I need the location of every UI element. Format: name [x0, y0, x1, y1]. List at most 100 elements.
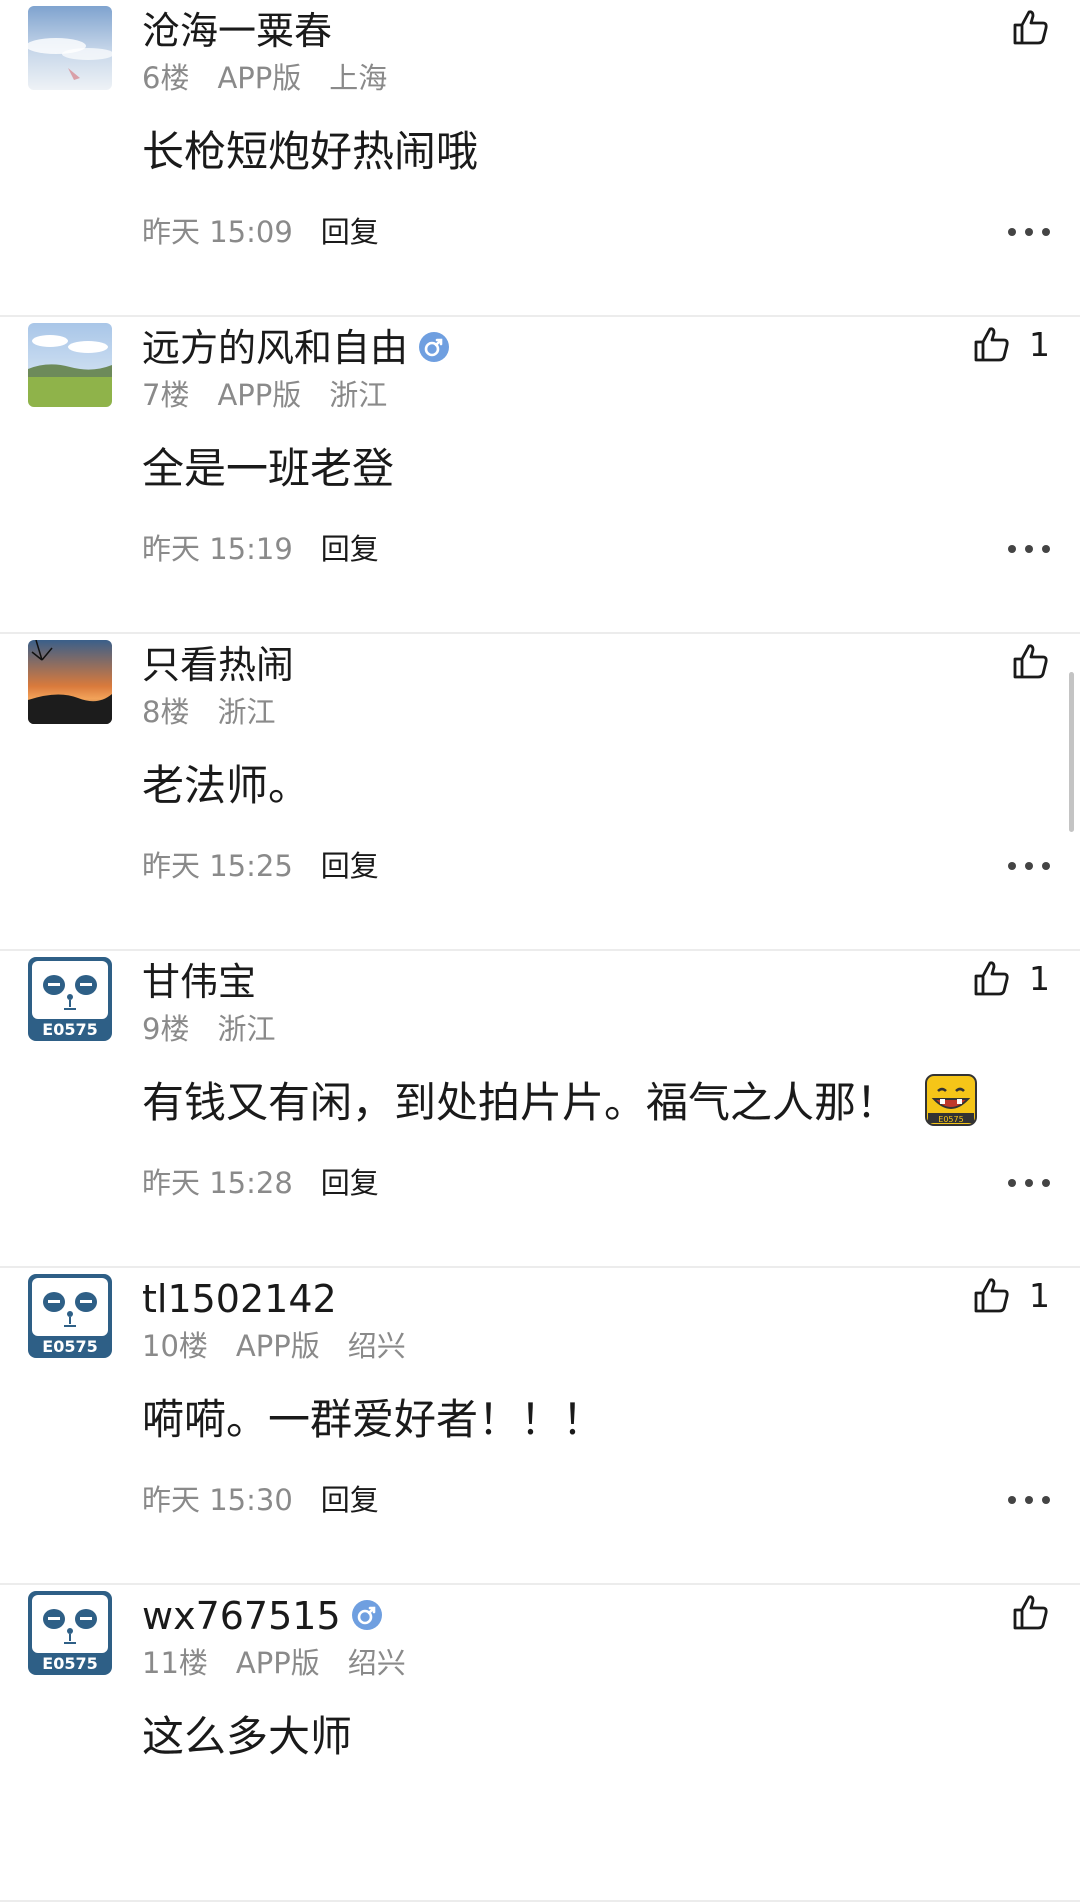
comment-footer: 昨天 15:25 回复: [142, 846, 379, 886]
svg-text:E0575: E0575: [938, 1115, 963, 1124]
comment-text: 有钱又有闲，到处拍片片。福气之人那！ E0575: [142, 1073, 978, 1133]
client-label: APP版: [235, 1329, 320, 1363]
more-options-icon[interactable]: [1008, 212, 1050, 252]
user-avatar[interactable]: [28, 6, 112, 90]
comment-text: 嗬嗬。一群爱好者！！！: [142, 1390, 604, 1450]
username-row: 远方的风和自由: [142, 323, 450, 373]
comment-body: 长枪短炮好热闹哦: [142, 127, 479, 176]
comment-footer: 昨天 15:19 回复: [142, 529, 379, 569]
comment-text: 老法师。: [142, 756, 310, 816]
username-row: 甘伟宝: [142, 957, 256, 1007]
comment-item: E0575 tl1502142 10楼 APP版 绍兴 1 嗬嗬。一群爱好者！！！ 昨天 15…: [0, 1268, 1080, 1585]
more-options-icon[interactable]: [1008, 529, 1050, 569]
panda-logo-text: E0575: [42, 1020, 97, 1039]
username-row: 沧海一粟春: [142, 6, 332, 56]
floor-number: 10楼: [142, 1329, 208, 1363]
floor-number: 8楼: [142, 695, 190, 729]
comment-meta: 11楼 APP版 绍兴: [142, 1643, 434, 1683]
more-options-icon[interactable]: [1008, 846, 1050, 886]
comment-text: 全是一班老登: [142, 439, 394, 499]
panda-logo-text: E0575: [42, 1654, 97, 1673]
username[interactable]: wx767515: [142, 1594, 341, 1638]
like-button[interactable]: 1: [971, 321, 1050, 367]
comment-time: 昨天 15:25: [142, 849, 293, 883]
floor-number: 6楼: [142, 61, 190, 95]
client-label: APP版: [235, 1646, 320, 1680]
comment-item: E0575 甘伟宝 9楼 浙江 1 有钱又有闲，到处拍片片。福气之人那！ E0575 昨天 1…: [0, 951, 1080, 1268]
user-avatar[interactable]: [28, 640, 112, 724]
comment-text: 这么多大师: [142, 1707, 352, 1767]
thumbs-up-icon: [1010, 1592, 1050, 1632]
region-label: 浙江: [217, 695, 276, 729]
comment-item: 远方的风和自由 7楼 APP版 浙江 1 全是一班老登昨天 15:19 回复: [0, 317, 1080, 634]
male-gender-icon: [351, 1599, 383, 1631]
comment-text: 长枪短炮好热闹哦: [142, 122, 478, 182]
comment-meta: 10楼 APP版 绍兴: [142, 1326, 434, 1366]
username[interactable]: tl1502142: [142, 1277, 337, 1321]
reply-button[interactable]: 回复: [321, 849, 379, 883]
user-avatar[interactable]: E0575: [28, 1274, 112, 1358]
comment-item: E0575 wx767515 11楼 APP版 绍兴这么多大师: [0, 1585, 1080, 1902]
like-button[interactable]: [1010, 4, 1050, 50]
comment-time: 昨天 15:19: [142, 532, 293, 566]
comment-footer: 昨天 15:28 回复: [142, 1163, 379, 1203]
like-count: 1: [1029, 324, 1050, 364]
reply-button[interactable]: 回复: [321, 532, 379, 566]
floor-number: 9楼: [142, 1012, 190, 1046]
username[interactable]: 甘伟宝: [142, 960, 256, 1004]
username-row: wx767515: [142, 1591, 383, 1641]
username[interactable]: 远方的风和自由: [142, 326, 408, 370]
more-options-icon[interactable]: [1008, 1163, 1050, 1203]
thumbs-up-icon: [1010, 7, 1050, 47]
laugh-emoji-icon: E0575: [924, 1073, 978, 1127]
like-button[interactable]: 1: [971, 1272, 1050, 1318]
thumbs-up-icon: [1010, 641, 1050, 681]
comment-item: 沧海一粟春 6楼 APP版 上海长枪短炮好热闹哦昨天 15:09 回复: [0, 0, 1080, 317]
comment-meta: 9楼 浙江: [142, 1009, 303, 1049]
username[interactable]: 沧海一粟春: [142, 9, 332, 53]
region-label: 浙江: [329, 378, 388, 412]
region-label: 绍兴: [347, 1646, 406, 1680]
comment-body: 老法师。: [142, 761, 311, 810]
like-button[interactable]: [1010, 638, 1050, 684]
like-button[interactable]: 1: [971, 955, 1050, 1001]
reply-button[interactable]: 回复: [321, 1483, 379, 1517]
comment-item: 只看热闹 8楼 浙江老法师。昨天 15:25 回复: [0, 634, 1080, 951]
comment-meta: 8楼 浙江: [142, 692, 303, 732]
thumbs-up-icon: [971, 1275, 1011, 1315]
region-label: 浙江: [217, 1012, 276, 1046]
floor-number: 7楼: [142, 378, 190, 412]
user-avatar[interactable]: E0575: [28, 1591, 112, 1675]
comment-time: 昨天 15:09: [142, 215, 293, 249]
comment-time: 昨天 15:28: [142, 1166, 293, 1200]
comment-time: 昨天 15:30: [142, 1483, 293, 1517]
reply-button[interactable]: 回复: [321, 215, 379, 249]
client-label: APP版: [217, 378, 302, 412]
client-label: APP版: [217, 61, 302, 95]
region-label: 上海: [329, 61, 388, 95]
comment-footer: 昨天 15:09 回复: [142, 212, 379, 252]
comment-body: 全是一班老登: [142, 444, 395, 493]
like-count: 1: [1029, 1275, 1050, 1315]
comment-list: 沧海一粟春 6楼 APP版 上海 长枪短炮好热闹哦 昨天 15:09 回复 远方的风和自由 7楼…: [0, 0, 1080, 1902]
comment-body: 嗬嗬。一群爱好者！！！: [142, 1395, 605, 1444]
like-count: 1: [1029, 958, 1050, 998]
comment-meta: 7楼 APP版 浙江: [142, 375, 415, 415]
user-avatar[interactable]: E0575: [28, 957, 112, 1041]
thumbs-up-icon: [971, 324, 1011, 364]
user-avatar[interactable]: [28, 323, 112, 407]
like-button[interactable]: [1010, 1589, 1050, 1635]
comment-body: 这么多大师: [142, 1712, 353, 1761]
scrollbar[interactable]: [1069, 672, 1074, 832]
floor-number: 11楼: [142, 1646, 208, 1680]
username-row: 只看热闹: [142, 640, 294, 690]
reply-button[interactable]: 回复: [321, 1166, 379, 1200]
thumbs-up-icon: [971, 958, 1011, 998]
username-row: tl1502142: [142, 1274, 337, 1324]
male-gender-icon: [418, 331, 450, 363]
panda-logo-text: E0575: [42, 1337, 97, 1356]
comment-meta: 6楼 APP版 上海: [142, 58, 415, 98]
username[interactable]: 只看热闹: [142, 643, 294, 687]
more-options-icon[interactable]: [1008, 1480, 1050, 1520]
comment-body: 有钱又有闲，到处拍片片。福气之人那！: [142, 1078, 899, 1127]
